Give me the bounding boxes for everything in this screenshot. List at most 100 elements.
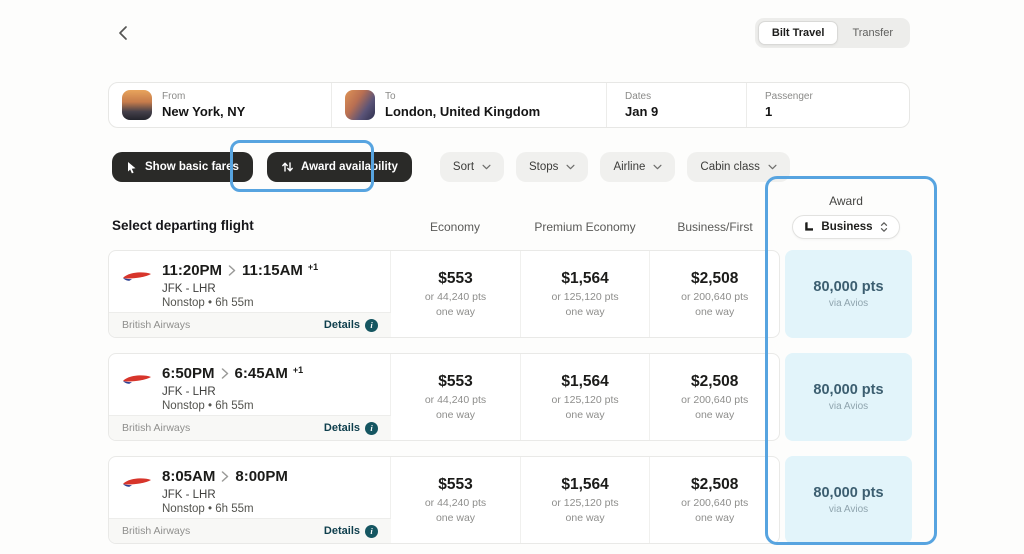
day-offset: +1	[293, 365, 303, 375]
arrival-time: 6:45AM	[235, 365, 288, 382]
fare-price: $1,564	[561, 373, 608, 391]
flight-info[interactable]: 6:50PM 6:45AM +1 JFK - LHR Nonstop • 6h …	[109, 354, 390, 440]
departure-time: 11:20PM	[162, 262, 222, 279]
show-basic-fares-label: Show basic fares	[145, 161, 239, 173]
sort-dropdown[interactable]: Sort	[440, 152, 504, 182]
flight-info[interactable]: 11:20PM 11:15AM +1 JFK - LHR Nonstop • 6…	[109, 251, 390, 337]
cursor-icon	[126, 161, 138, 174]
flight-row-card: 8:05AM 8:00PM JFK - LHR Nonstop • 6h 55m…	[108, 456, 780, 544]
fare-business-first[interactable]: $2,508 or 200,640 pts one way	[649, 354, 779, 440]
award-column-header: Award Business	[781, 194, 911, 239]
award-points: 80,000 pts	[813, 279, 883, 295]
show-basic-fares-button[interactable]: Show basic fares	[112, 152, 253, 182]
from-field[interactable]: From New York, NY	[109, 83, 331, 127]
award-points: 80,000 pts	[813, 382, 883, 398]
to-value: London, United Kingdom	[385, 104, 540, 119]
fare-economy[interactable]: $553 or 44,240 pts one way	[390, 457, 520, 543]
day-offset: +1	[308, 262, 318, 272]
details-button[interactable]: Details i	[324, 525, 378, 538]
to-label: To	[385, 91, 540, 102]
details-label: Details	[324, 525, 360, 537]
flight-search-page: Bilt Travel Transfer From New York, NY T…	[0, 0, 1024, 554]
fare-points: or 200,640 pts	[681, 291, 748, 303]
british-airways-logo-icon	[122, 474, 152, 490]
toggle-transfer[interactable]: Transfer	[838, 21, 907, 45]
airline-name: British Airways	[122, 525, 190, 537]
arrow-right-icon	[221, 368, 229, 379]
stops-label: Stops	[529, 161, 558, 173]
award-label: Award	[781, 194, 911, 208]
award-price-cell[interactable]: 80,000 pts via Avios	[785, 353, 912, 441]
award-price-cell[interactable]: 80,000 pts via Avios	[785, 250, 912, 338]
flight-footer: British Airways Details i	[109, 518, 391, 543]
details-button[interactable]: Details i	[324, 422, 378, 435]
fare-type: one way	[566, 409, 605, 421]
award-price-cell[interactable]: 80,000 pts via Avios	[785, 456, 912, 544]
info-icon: i	[365, 422, 378, 435]
fare-premium-economy[interactable]: $1,564 or 125,120 pts one way	[520, 251, 650, 337]
stops-dropdown[interactable]: Stops	[516, 152, 588, 182]
award-availability-button[interactable]: Award availability	[267, 152, 412, 182]
fare-points: or 125,120 pts	[552, 394, 619, 406]
fare-price: $2,508	[691, 270, 738, 288]
chevron-down-icon	[566, 164, 575, 170]
sort-arrows-icon	[879, 221, 889, 233]
arrow-right-icon	[228, 265, 236, 276]
fare-business-first[interactable]: $2,508 or 200,640 pts one way	[649, 251, 779, 337]
flight-info[interactable]: 8:05AM 8:00PM JFK - LHR Nonstop • 6h 55m…	[109, 457, 390, 543]
flight-duration: Nonstop • 6h 55m	[162, 503, 293, 515]
flight-duration: Nonstop • 6h 55m	[162, 400, 303, 412]
fare-premium-economy[interactable]: $1,564 or 125,120 pts one way	[520, 457, 650, 543]
airline-name: British Airways	[122, 422, 190, 434]
details-button[interactable]: Details i	[324, 319, 378, 332]
column-header-business-first: Business/First	[650, 220, 780, 234]
to-field[interactable]: To London, United Kingdom	[331, 83, 606, 127]
chevron-down-icon	[768, 164, 777, 170]
back-button[interactable]	[112, 22, 134, 44]
flight-row-card: 6:50PM 6:45AM +1 JFK - LHR Nonstop • 6h …	[108, 353, 780, 441]
british-airways-logo-icon	[122, 371, 152, 387]
fare-premium-economy[interactable]: $1,564 or 125,120 pts one way	[520, 354, 650, 440]
fare-economy[interactable]: $553 or 44,240 pts one way	[390, 354, 520, 440]
swap-arrows-icon	[281, 161, 294, 173]
fare-points: or 200,640 pts	[681, 497, 748, 509]
cabin-class-dropdown[interactable]: Cabin class	[687, 152, 789, 182]
fare-price: $2,508	[691, 476, 738, 494]
details-label: Details	[324, 319, 360, 331]
travel-mode-toggle: Bilt Travel Transfer	[755, 18, 910, 48]
fare-type: one way	[436, 512, 475, 524]
flight-route: JFK - LHR	[162, 386, 303, 398]
passenger-field[interactable]: Passenger 1	[746, 83, 909, 127]
sort-label: Sort	[453, 161, 474, 173]
dates-field[interactable]: Dates Jan 9	[606, 83, 746, 127]
results-title: Select departing flight	[112, 218, 254, 233]
fare-economy[interactable]: $553 or 44,240 pts one way	[390, 251, 520, 337]
flight-row-card: 11:20PM 11:15AM +1 JFK - LHR Nonstop • 6…	[108, 250, 780, 338]
award-cabin-select[interactable]: Business	[792, 215, 899, 239]
fare-price: $553	[438, 476, 472, 494]
fare-points: or 125,120 pts	[552, 291, 619, 303]
flight-route: JFK - LHR	[162, 283, 318, 295]
fare-business-first[interactable]: $2,508 or 200,640 pts one way	[649, 457, 779, 543]
search-summary-bar: From New York, NY To London, United King…	[108, 82, 910, 128]
passenger-value: 1	[765, 104, 813, 119]
award-program: via Avios	[829, 504, 868, 515]
passenger-label: Passenger	[765, 91, 813, 102]
info-icon: i	[365, 525, 378, 538]
airline-dropdown[interactable]: Airline	[600, 152, 675, 182]
toggle-bilt-travel[interactable]: Bilt Travel	[758, 21, 839, 45]
award-program: via Avios	[829, 401, 868, 412]
fare-type: one way	[695, 512, 734, 524]
award-program: via Avios	[829, 298, 868, 309]
departure-time: 6:50PM	[162, 365, 215, 382]
airline-label: Airline	[613, 161, 645, 173]
dates-value: Jan 9	[625, 104, 658, 119]
flight-footer: British Airways Details i	[109, 415, 391, 440]
from-city-photo	[122, 90, 152, 120]
flight-row: 6:50PM 6:45AM +1 JFK - LHR Nonstop • 6h …	[108, 353, 912, 441]
column-header-premium-economy: Premium Economy	[520, 220, 650, 234]
fare-price: $553	[438, 270, 472, 288]
flight-route: JFK - LHR	[162, 489, 293, 501]
fare-points: or 125,120 pts	[552, 497, 619, 509]
arrow-right-icon	[221, 471, 229, 482]
